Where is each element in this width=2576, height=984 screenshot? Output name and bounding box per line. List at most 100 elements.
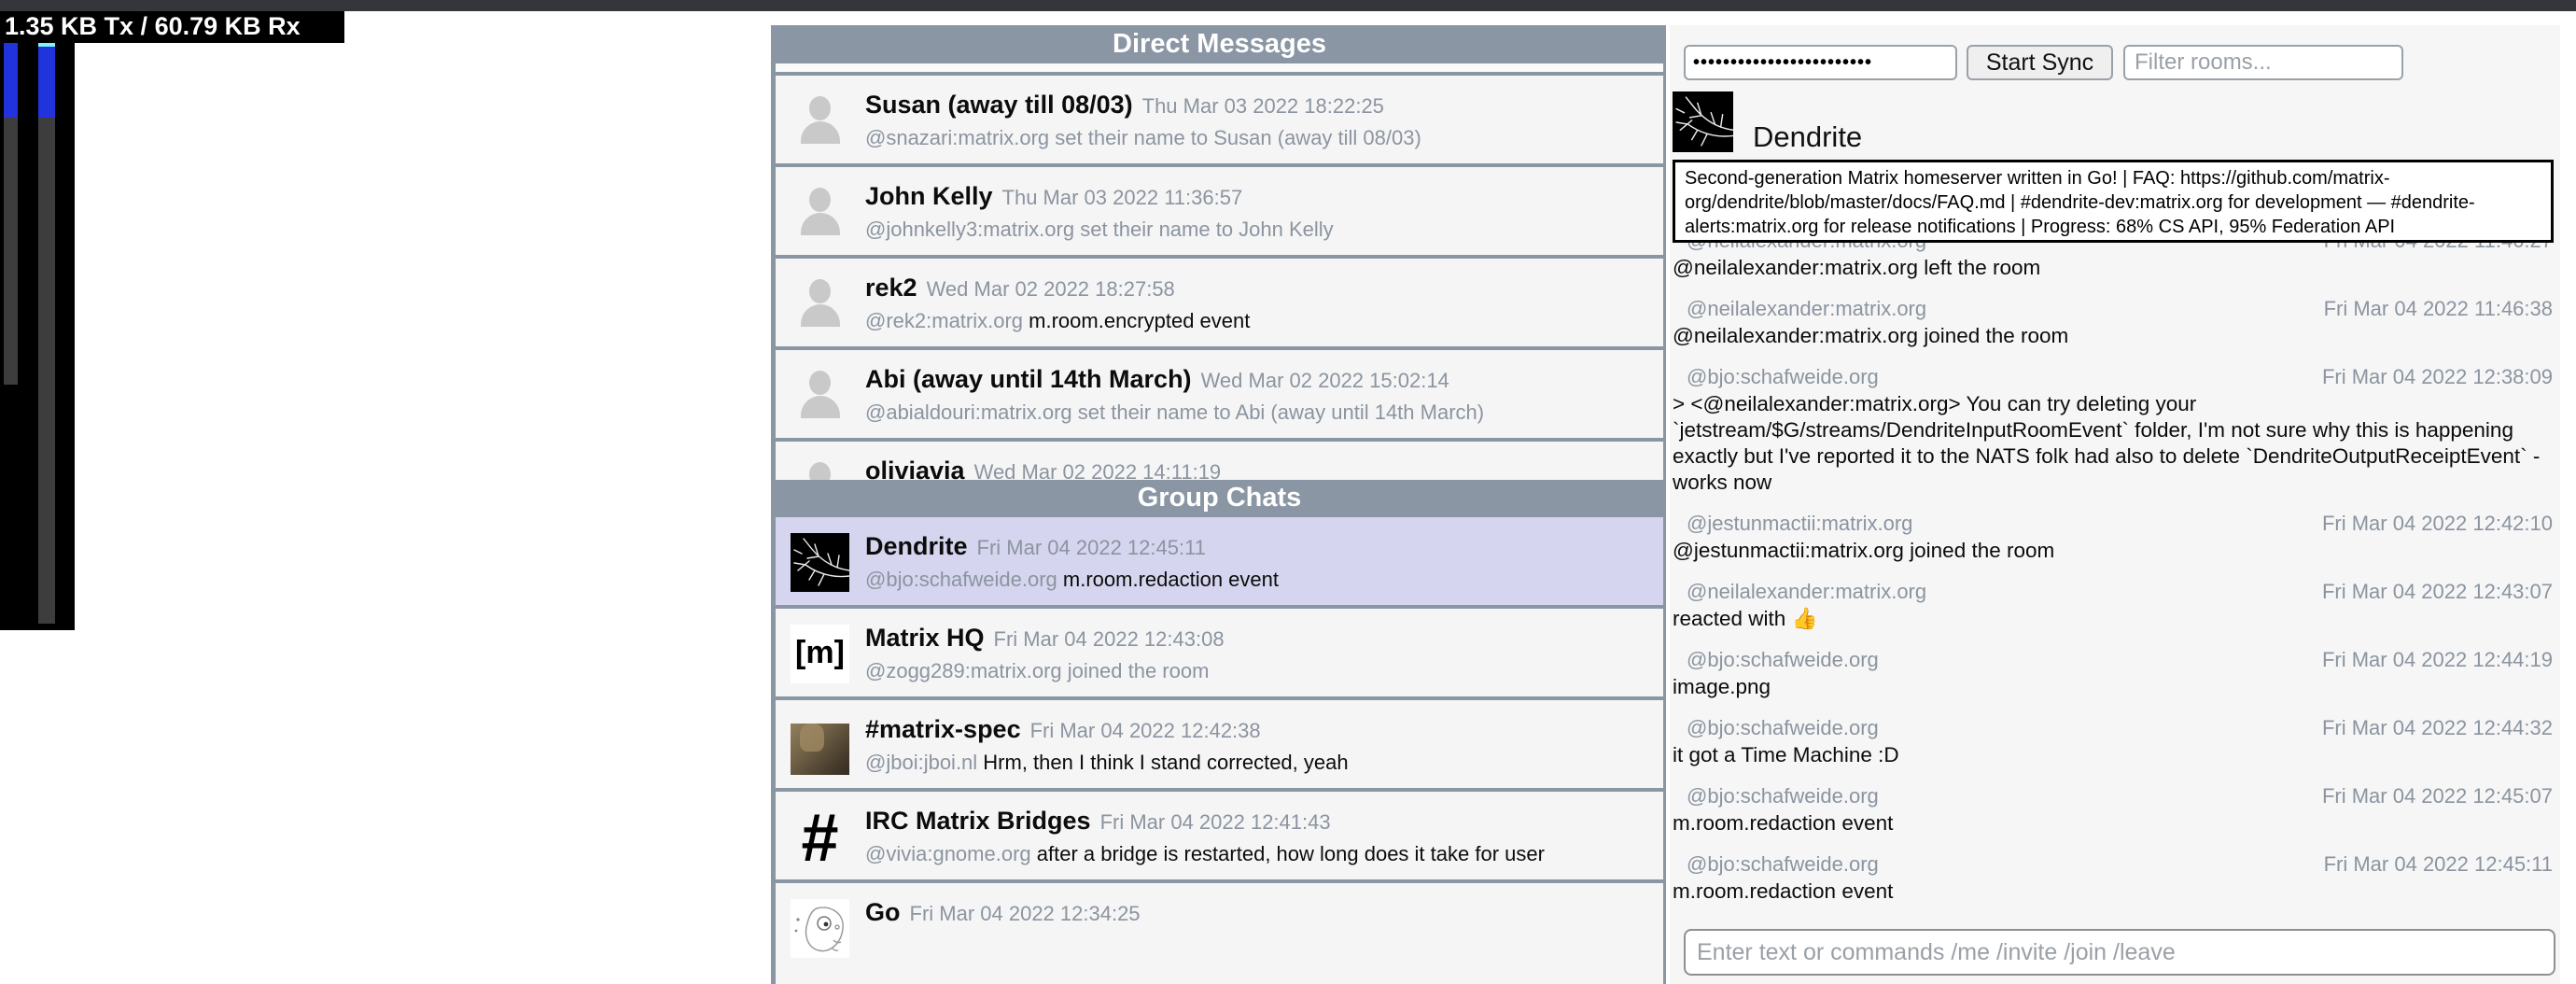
room-topic: Second-generation Matrix homeserver writ…	[1673, 160, 2554, 243]
room-name: Susan (away till 08/03)	[865, 91, 1133, 119]
room-list-panel: Direct Messages Susan (away till 08/03)T…	[771, 25, 1666, 984]
room-item-text: Matrix HQ Fri Mar 04 2022 12:43:08 @zogg28…	[865, 609, 1658, 683]
room-list-item[interactable]: Susan (away till 08/03) Thu Mar 03 2022 1…	[776, 76, 1663, 167]
room-item-text: Abi (away until 14th March)Wed Mar 02 20…	[865, 350, 1658, 425]
scrolled-row-sliver	[776, 63, 1663, 76]
room-list-item[interactable]: John Kelly Thu Mar 03 2022 11:36:57 @johnk…	[776, 167, 1663, 259]
message-timestamp: Fri Mar 04 2022 12:43:07	[2322, 580, 2553, 604]
room-last-message: set their name to Abi (away until 14th M…	[1078, 401, 1484, 424]
room-last-activity-time: Fri Mar 04 2022 12:41:43	[1100, 810, 1331, 834]
room-last-message: m.room.redaction event	[1063, 568, 1279, 591]
message-body: @jestunmactii:matrix.org joined the room	[1673, 538, 2553, 564]
message-composer-input[interactable]	[1684, 929, 2555, 976]
message-timestamp: Fri Mar 04 2022 12:45:07	[2322, 784, 2553, 808]
window-top-strip	[0, 0, 2576, 11]
room-last-activity-time: Wed Mar 02 2022 14:11:19	[974, 460, 1222, 480]
message-sender: @neilalexander:matrix.org	[1673, 580, 1926, 604]
room-last-message: joined the room	[1068, 659, 1210, 682]
group-chats-header: Group Chats	[776, 480, 1663, 517]
room-last-event: @johnkelly3:matrix.org set their name to…	[865, 218, 1658, 242]
dendrite-image-avatar-icon	[791, 533, 849, 592]
room-view-panel: Start Sync Dendrite Second-generation Ma…	[1670, 25, 2560, 984]
rx-traffic-bar	[38, 43, 55, 630]
room-last-activity-time: Thu Mar 03 2022 11:36:57	[1002, 186, 1243, 209]
tx-traffic-bar	[4, 43, 18, 630]
room-last-sender: @bjo:schafweide.org	[865, 568, 1063, 591]
room-last-activity-time: Wed Mar 02 2022 18:27:58	[927, 277, 1175, 301]
message-timestamp: Fri Mar 04 2022 12:38:09	[2322, 365, 2553, 389]
message-timeline[interactable]: @neilalexander:matrix.org Fri Mar 04 2022…	[1673, 229, 2553, 921]
room-last-sender: @vivia:gnome.org	[865, 842, 1037, 865]
room-name: rek2	[865, 274, 917, 302]
hash-symbol-avatar-icon: #	[791, 808, 849, 866]
message-sender: @neilalexander:matrix.org	[1673, 297, 1926, 321]
message-timestamp: Fri Mar 04 2022 12:42:10	[2322, 512, 2553, 536]
message: @bjo:schafweide.orgFri Mar 04 2022 12:44…	[1673, 648, 2553, 700]
room-item-text: rek2 Wed Mar 02 2022 18:27:58 @rek2:matrix…	[865, 259, 1658, 333]
network-stats-label: 1.35 KB Tx / 60.79 KB Rx	[0, 11, 344, 43]
message-body: @neilalexander:matrix.org left the room	[1673, 255, 2553, 281]
access-token-input[interactable]	[1684, 45, 1957, 80]
room-last-message: set their name to John Kelly	[1080, 218, 1333, 241]
room-list-item[interactable]: rek2 Wed Mar 02 2022 18:27:58 @rek2:matrix…	[776, 259, 1663, 350]
room-name: John Kelly	[865, 182, 993, 210]
message-sender: @bjo:schafweide.org	[1673, 784, 1879, 808]
message-body: > <@neilalexander:matrix.org> You can tr…	[1673, 391, 2553, 496]
message-timestamp: Fri Mar 04 2022 12:45:11	[2324, 852, 2553, 877]
room-last-message: set their name to Susan (away till 08/03…	[1055, 126, 1421, 149]
message: @bjo:schafweide.org Fri Mar 04 2022 12:44…	[1673, 716, 2553, 768]
person-silhouette-avatar-icon	[791, 366, 849, 425]
message-body: reacted with 👍	[1673, 606, 2553, 632]
room-last-message: after a bridge is restarted, how long do…	[1037, 842, 1545, 865]
message-timestamp: Fri Mar 04 2022 12:44:32	[2322, 716, 2553, 740]
room-last-activity-time: Thu Mar 03 2022 18:22:25	[1142, 94, 1384, 118]
filter-rooms-input[interactable]	[2123, 45, 2403, 80]
gopher-drawing-avatar-icon	[791, 899, 849, 958]
room-last-sender: @rek2:matrix.org	[865, 309, 1029, 332]
room-last-event: @abialdouri:matrix.org set their name to…	[865, 401, 1658, 425]
direct-messages-list: Susan (away till 08/03) Thu Mar 03 2022 1…	[776, 76, 1663, 480]
matrix-logo-avatar-icon: [m]	[791, 625, 849, 683]
room-last-sender: @jboi:jboi.nl	[865, 751, 983, 774]
room-list-item[interactable]: # IRC Matrix Bridges Fri Mar 04 2022 12:41…	[776, 792, 1663, 883]
room-name: IRC Matrix Bridges	[865, 807, 1091, 835]
room-last-event: @zogg289:matrix.org joined the room	[865, 659, 1658, 683]
room-list-item[interactable]: #matrix-specFri Mar 04 2022 12:42:38@jbo…	[776, 700, 1663, 792]
room-list-item[interactable]: DendriteFri Mar 04 2022 12:45:11@bjo:sch…	[776, 517, 1663, 609]
message-sender: @bjo:schafweide.org	[1673, 716, 1879, 740]
message: @neilalexander:matrix.orgFri Mar 04 2022…	[1673, 297, 2553, 349]
room-list-item[interactable]: oliviavia Wed Mar 02 2022 14:11:19	[776, 442, 1663, 480]
room-list-item[interactable]: [m] Matrix HQ Fri Mar 04 2022 12:43:08 @zog…	[776, 609, 1663, 700]
message: @bjo:schafweide.org Fri Mar 04 2022 12:45…	[1673, 784, 2553, 836]
room-item-text: DendriteFri Mar 04 2022 12:45:11@bjo:sch…	[865, 517, 1658, 592]
room-title: Dendrite	[1753, 120, 1862, 154]
room-last-activity-time: Fri Mar 04 2022 12:34:25	[910, 902, 1141, 925]
network-traffic-graph	[0, 43, 75, 630]
message-sender: @bjo:schafweide.org	[1673, 365, 1879, 389]
dendrite-room-avatar	[1673, 91, 1733, 152]
room-name: oliviavia	[865, 457, 965, 480]
room-last-activity-time: Fri Mar 04 2022 12:42:38	[1030, 719, 1261, 742]
room-name: Go	[865, 898, 901, 926]
start-sync-button[interactable]: Start Sync	[1967, 45, 2113, 80]
room-name: Matrix HQ	[865, 624, 985, 652]
room-list-item[interactable]: Go Fri Mar 04 2022 12:34:25	[776, 883, 1663, 975]
room-item-text: Go Fri Mar 04 2022 12:34:25	[865, 883, 1658, 927]
room-last-activity-time: Fri Mar 04 2022 12:43:08	[994, 627, 1225, 651]
group-chats-list: DendriteFri Mar 04 2022 12:45:11@bjo:sch…	[776, 517, 1663, 975]
room-item-text: IRC Matrix Bridges Fri Mar 04 2022 12:41:…	[865, 792, 1658, 866]
room-item-text: Susan (away till 08/03) Thu Mar 03 2022 1…	[865, 76, 1658, 150]
message: @neilalexander:matrix.org Fri Mar 04 2022…	[1673, 580, 2553, 632]
room-last-event: @bjo:schafweide.org m.room.redaction eve…	[865, 568, 1658, 592]
person-silhouette-avatar-icon	[791, 457, 849, 480]
room-last-sender: @johnkelly3:matrix.org	[865, 218, 1080, 241]
member-photo-avatar-icon	[791, 716, 849, 775]
room-list-item[interactable]: Abi (away until 14th March)Wed Mar 02 20…	[776, 350, 1663, 442]
message: @bjo:schafweide.orgFri Mar 04 2022 12:45…	[1673, 852, 2553, 905]
person-silhouette-avatar-icon	[791, 274, 849, 333]
message-body: image.png	[1673, 674, 2553, 700]
room-item-text: John Kelly Thu Mar 03 2022 11:36:57 @johnk…	[865, 167, 1658, 242]
message-body: m.room.redaction event	[1673, 810, 2553, 836]
room-name: Abi (away until 14th March)	[865, 365, 1192, 393]
room-last-event: @snazari:matrix.org set their name to Su…	[865, 126, 1658, 150]
